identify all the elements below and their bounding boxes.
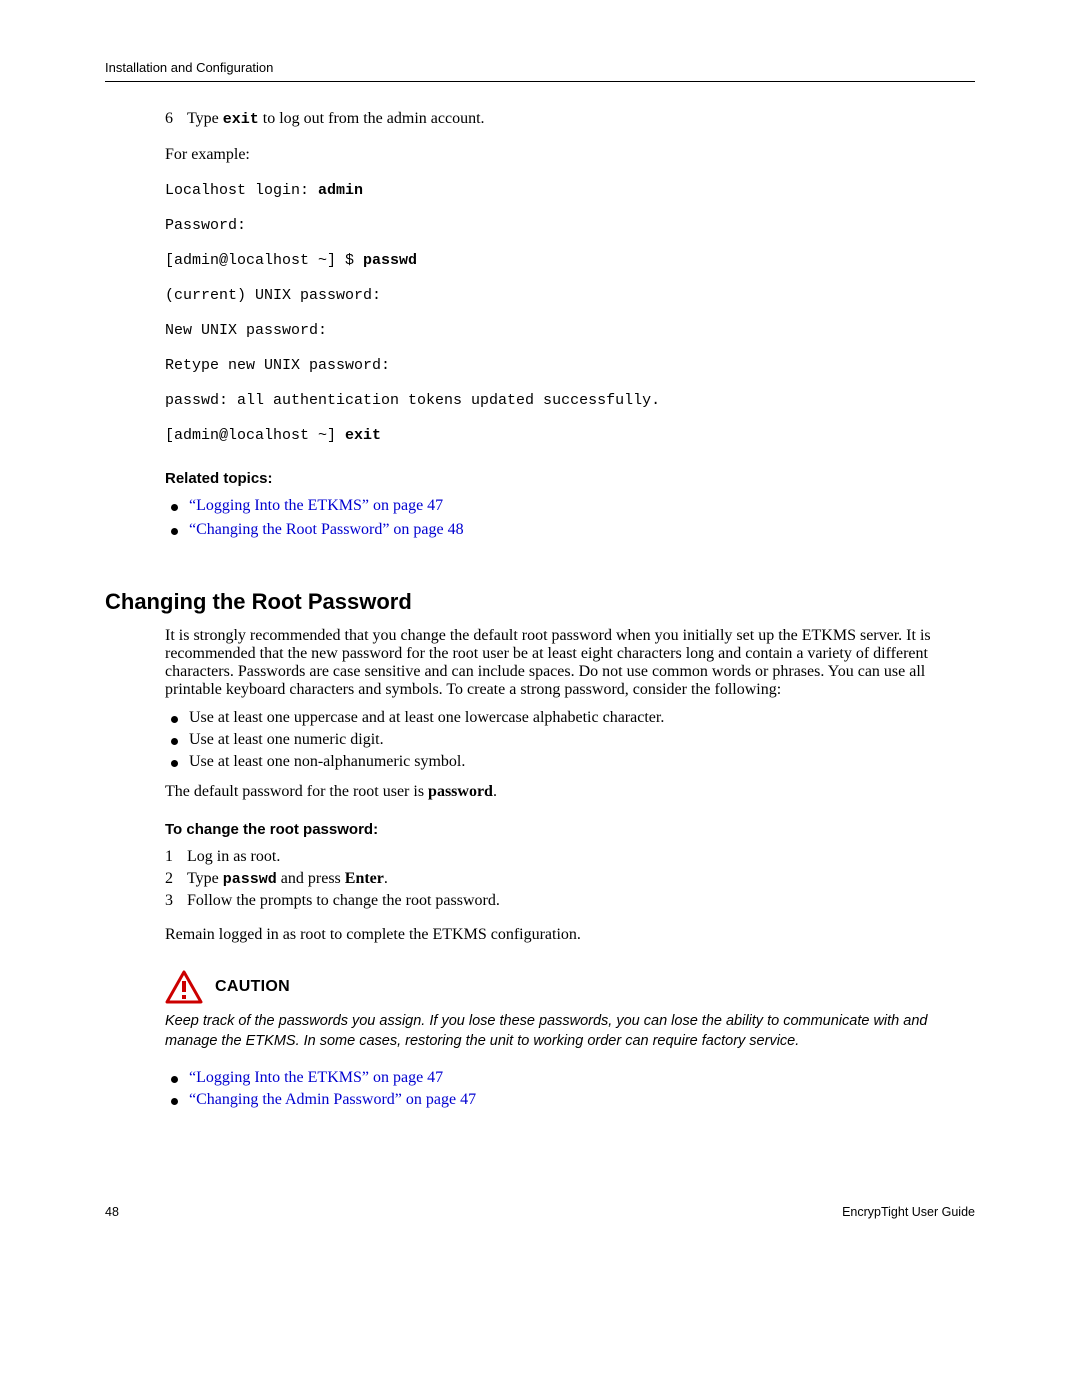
page-footer: 48 EncrypTight User Guide <box>105 1205 975 1219</box>
link-logging-into-etkms[interactable]: “Logging Into the ETKMS” on page 47 <box>189 497 443 514</box>
terminal-line-6: Retype new UNIX password: <box>165 357 975 374</box>
step-number: 1 <box>165 848 175 866</box>
list-item: “Changing the Root Password” on page 48 <box>165 521 975 539</box>
list-item: Use at least one non-alphanumeric symbol… <box>165 753 975 771</box>
caution-text: Keep track of the passwords you assign. … <box>165 1012 975 1051</box>
list-item: “Logging Into the ETKMS” on page 47 <box>165 497 975 515</box>
related-topics-list: “Logging Into the ETKMS” on page 47 “Cha… <box>165 497 975 539</box>
terminal-line-5: New UNIX password: <box>165 322 975 339</box>
text: The default password for the root user i… <box>165 783 428 800</box>
command-exit: exit <box>223 111 259 128</box>
terminal-line-1: Localhost login: admin <box>165 182 975 199</box>
input-passwd: passwd <box>363 252 417 269</box>
caution-icon <box>165 970 203 1004</box>
text: to log out from the admin account. <box>259 110 485 127</box>
list-item: “Logging Into the ETKMS” on page 47 <box>165 1069 975 1087</box>
terminal-line-3: [admin@localhost ~] $ passwd <box>165 252 975 269</box>
step-1: 1 Log in as root. <box>165 848 975 866</box>
link-logging-into-etkms-2[interactable]: “Logging Into the ETKMS” on page 47 <box>189 1069 443 1086</box>
list-item: Use at least one uppercase and at least … <box>165 709 975 727</box>
terminal-line-2: Password: <box>165 217 975 234</box>
intro-paragraph: It is strongly recommended that you chan… <box>165 627 975 699</box>
step-number: 3 <box>165 892 175 910</box>
step-number: 6 <box>165 110 175 128</box>
text: . <box>493 783 497 800</box>
step-number: 2 <box>165 870 175 888</box>
document-title: EncrypTight User Guide <box>842 1205 975 1219</box>
text: Type <box>187 110 223 127</box>
step-text: Type passwd and press Enter. <box>187 870 388 888</box>
step-2: 2 Type passwd and press Enter. <box>165 870 975 888</box>
link-changing-admin-password[interactable]: “Changing the Admin Password” on page 47 <box>189 1091 476 1108</box>
terminal-line-7: passwd: all authentication tokens update… <box>165 392 975 409</box>
related-topics-list-2: “Logging Into the ETKMS” on page 47 “Cha… <box>165 1069 975 1109</box>
text: and press <box>277 870 345 887</box>
step-6: 6 Type exit to log out from the admin ac… <box>165 110 975 128</box>
step-text: Type exit to log out from the admin acco… <box>187 110 975 128</box>
text: Type <box>187 870 223 887</box>
default-password-value: password <box>428 783 493 800</box>
section-heading: Changing the Root Password <box>105 589 975 615</box>
input-admin: admin <box>318 182 363 199</box>
caution-label: CAUTION <box>215 978 290 996</box>
step-text: Log in as root. <box>187 848 280 866</box>
step-block: 6 Type exit to log out from the admin ac… <box>165 110 975 539</box>
input-exit: exit <box>345 427 381 444</box>
page-number: 48 <box>105 1205 119 1219</box>
page-header: Installation and Configuration <box>105 60 975 82</box>
text: [admin@localhost ~] $ <box>165 252 363 269</box>
remain-logged-paragraph: Remain logged in as root to complete the… <box>165 926 975 944</box>
text: . <box>384 870 388 887</box>
terminal-line-8: [admin@localhost ~] exit <box>165 427 975 444</box>
link-changing-root-password[interactable]: “Changing the Root Password” on page 48 <box>189 521 464 538</box>
step-3: 3 Follow the prompts to change the root … <box>165 892 975 910</box>
key-enter: Enter <box>345 870 384 887</box>
password-tips-list: Use at least one uppercase and at least … <box>165 709 975 771</box>
example-label: For example: <box>165 146 975 164</box>
change-password-steps: 1 Log in as root. 2 Type passwd and pres… <box>165 848 975 910</box>
related-topics-heading: Related topics: <box>165 470 975 487</box>
list-item: “Changing the Admin Password” on page 47 <box>165 1091 975 1109</box>
terminal-line-4: (current) UNIX password: <box>165 287 975 304</box>
to-change-heading: To change the root password: <box>165 821 975 838</box>
command-passwd: passwd <box>223 871 277 888</box>
text: [admin@localhost ~] <box>165 427 345 444</box>
text: Localhost login: <box>165 182 318 199</box>
step-text: Follow the prompts to change the root pa… <box>187 892 500 910</box>
list-item: Use at least one numeric digit. <box>165 731 975 749</box>
default-password-paragraph: The default password for the root user i… <box>165 783 975 801</box>
caution-heading-row: CAUTION <box>165 970 975 1004</box>
document-page: Installation and Configuration 6 Type ex… <box>0 0 1080 1277</box>
